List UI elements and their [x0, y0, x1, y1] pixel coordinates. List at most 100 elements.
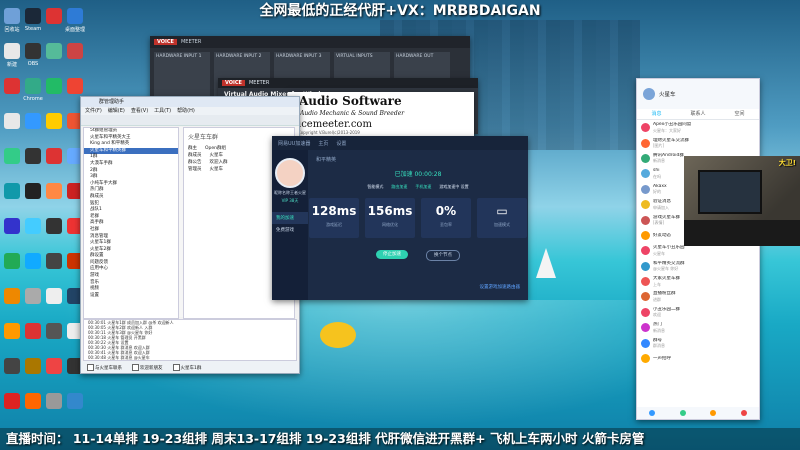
checkbox[interactable]: [132, 363, 139, 371]
tree-item[interactable]: 大漠车手群: [84, 161, 178, 168]
chat-list-item[interactable]: 一声招呼: [637, 351, 759, 366]
avatar[interactable]: [275, 158, 305, 188]
accelerator-window[interactable]: 网易UU加速器 主页 设置 昵称名称王者火星 VIP 38天 我的加速 免费游戏 和平…: [272, 136, 528, 300]
app-icon[interactable]: [679, 410, 686, 416]
mode-pill[interactable]: 手机加速: [415, 184, 431, 190]
desktop-icon[interactable]: [23, 216, 43, 250]
desktop-icon[interactable]: [2, 181, 22, 215]
menu-icon[interactable]: [649, 410, 656, 416]
qq-tab[interactable]: 消息: [651, 109, 661, 119]
chat-list-item[interactable]: 和平精英交流群 @火星车 你好: [637, 259, 759, 274]
tree-item[interactable]: 高手群: [84, 220, 178, 227]
tree-item[interactable]: 1群: [84, 154, 178, 161]
sidebar-nav-item[interactable]: 免费游戏: [272, 224, 308, 236]
checkbox[interactable]: [172, 363, 180, 371]
folder-icon[interactable]: [710, 410, 717, 416]
tree-item[interactable]: 2群: [84, 168, 178, 175]
desktop-icon[interactable]: [23, 181, 43, 215]
tree-item[interactable]: 战队1: [84, 207, 178, 214]
tree-item[interactable]: 火星车和平精英群: [84, 147, 178, 155]
desktop-icon[interactable]: [2, 251, 22, 285]
checkbox[interactable]: [87, 363, 94, 371]
desktop-icon[interactable]: [44, 111, 64, 145]
desktop-icon[interactable]: [44, 146, 64, 180]
stop-accelerate-button[interactable]: 停止加速: [376, 250, 408, 259]
tree-item[interactable]: 3群: [84, 174, 178, 181]
chat-list-item[interactable]: 大家火星车群 上车: [637, 274, 759, 289]
desktop-icon[interactable]: [44, 181, 64, 215]
chat-list-item[interactable]: 理财火星车交流群 [图片]: [637, 135, 759, 150]
group-tree[interactable]: 5t群组管理员 火星车和平精英大王 King and 和平精英 火星车和平精英群 1群大…: [83, 127, 179, 319]
mode-pill[interactable]: 游戏加速中 设置: [439, 184, 468, 190]
desktop-icon[interactable]: [44, 356, 64, 390]
title-item[interactable]: 设置: [336, 140, 346, 147]
accelerator-titlebar[interactable]: 网易UU加速器 主页 设置: [272, 136, 528, 150]
footer-checkbox[interactable]: 欢迎新朋友: [132, 363, 163, 371]
title-item[interactable]: 网易UU加速器: [278, 140, 310, 147]
desktop-icon[interactable]: [23, 321, 43, 355]
tree-item[interactable]: 5t群组管理员: [84, 128, 178, 135]
desktop-icon[interactable]: [44, 391, 64, 425]
desktop-icon[interactable]: [23, 286, 43, 320]
desktop-icon[interactable]: [44, 286, 64, 320]
desktop-icon[interactable]: 新建: [2, 41, 22, 75]
desktop-icon[interactable]: [2, 111, 22, 145]
tree-item[interactable]: 游戏: [84, 273, 178, 280]
menu-item[interactable]: 帮助(H): [177, 107, 195, 115]
desktop-icon[interactable]: [2, 321, 22, 355]
avatar[interactable]: [643, 88, 655, 100]
desktop-icon[interactable]: [2, 76, 22, 110]
tree-item[interactable]: 火星车1群: [84, 240, 178, 247]
desktop-icon[interactable]: [44, 41, 64, 75]
title-item[interactable]: 主页: [318, 140, 328, 147]
desktop-icon[interactable]: [23, 391, 43, 425]
desktop-icon[interactable]: [2, 391, 22, 425]
desktop-icon[interactable]: [2, 146, 22, 180]
desktop-icon[interactable]: [23, 146, 43, 180]
tree-item[interactable]: 热门群: [84, 187, 178, 194]
mode-pill[interactable]: 路由加速: [391, 184, 407, 190]
mail-icon[interactable]: [740, 410, 747, 416]
tree-item[interactable]: 群设置: [84, 253, 178, 260]
desktop-icon[interactable]: [23, 111, 43, 145]
desktop-icon[interactable]: [44, 76, 64, 110]
menu-item[interactable]: 工具(T): [154, 107, 171, 115]
desktop-icon[interactable]: [44, 321, 64, 355]
desktop-icon[interactable]: [2, 286, 22, 320]
footer-checkbox[interactable]: 与火星车联系: [87, 363, 122, 371]
sidebar-nav-item[interactable]: 我的加速: [272, 212, 308, 224]
menu-item[interactable]: 文件(F): [85, 107, 102, 115]
chat-list-item[interactable]: 群号 群消息: [637, 335, 759, 350]
switch-node-button[interactable]: 换个节点: [426, 250, 460, 261]
desktop-icon[interactable]: [65, 391, 85, 425]
tree-item[interactable]: King and 和平精英: [84, 141, 178, 148]
chat-list-item[interactable]: 小丑乐园二群 欢迎: [637, 305, 759, 320]
mode-pill[interactable]: 智能模式: [367, 184, 383, 190]
tree-item[interactable]: 群成员: [84, 194, 178, 201]
desktop-icon[interactable]: OBS: [23, 41, 43, 75]
chat-list-item[interactable]: 直播粉丝群 进群: [637, 289, 759, 304]
tree-item[interactable]: 设置: [84, 293, 178, 300]
chat-list-item[interactable]: Apex小丑乐园同盟 火星车：大家好: [637, 120, 759, 135]
footer-checkbox[interactable]: 火星车1群: [172, 363, 201, 371]
desktop-icon[interactable]: [44, 216, 64, 250]
qq-tab[interactable]: 联系人: [690, 109, 705, 119]
desktop-icon[interactable]: [2, 356, 22, 390]
window-title[interactable]: 群管理助手: [81, 97, 299, 107]
chat-list-item[interactable]: 热门 新消息: [637, 320, 759, 335]
vas-url[interactable]: icemeeter.com: [288, 117, 474, 130]
group-manager-window[interactable]: 群管理助手 文件(F) 编辑(E) 查看(V) 工具(T) 帮助(H) 5t群组管理员火…: [80, 96, 300, 374]
desktop-icon[interactable]: Chrome: [23, 76, 43, 110]
voicemeeter-titlebar[interactable]: VOICE MEETER: [150, 36, 470, 48]
qq-main-panel[interactable]: 火星车 消息 联系人 空间 Apex小丑乐园同盟 火星车：大家好 理财火星车交流群 [图片…: [636, 78, 760, 420]
desktop-icon[interactable]: [65, 41, 85, 75]
desktop-icon[interactable]: [23, 356, 43, 390]
menu-item[interactable]: 查看(V): [131, 107, 148, 115]
desktop-icon[interactable]: [23, 251, 43, 285]
menu-item[interactable]: 编辑(E): [108, 107, 125, 115]
qq-tab[interactable]: 空间: [734, 109, 744, 119]
desktop-icon[interactable]: [2, 216, 22, 250]
desktop-icon[interactable]: [44, 251, 64, 285]
tree-item[interactable]: 视频: [84, 286, 178, 293]
router-link[interactable]: 设置游戏加速路由器: [480, 284, 521, 290]
